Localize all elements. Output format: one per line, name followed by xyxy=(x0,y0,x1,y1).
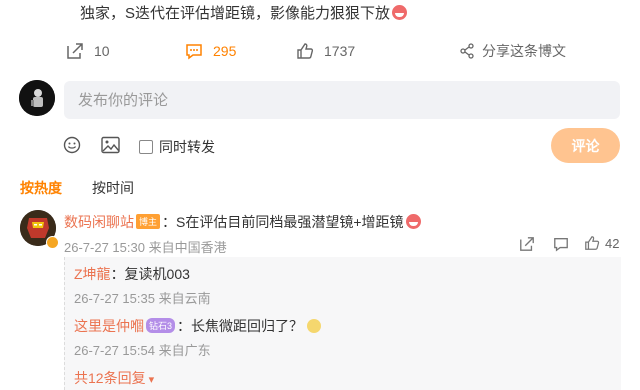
avatar-image xyxy=(19,80,55,116)
smile-emoji-icon xyxy=(306,319,321,333)
action-bar: 10 295 1737 分享这条博文 xyxy=(0,40,640,62)
like-count: 1737 xyxy=(324,43,356,59)
post-text-content: 独家，S迭代在评估增距镜，影像能力狠狠下放 xyxy=(80,5,391,22)
image-icon[interactable] xyxy=(101,136,120,154)
reply-text: ：复读机003 xyxy=(110,266,190,282)
also-repost-checkbox[interactable]: 同时转发 xyxy=(139,137,215,157)
reply-username[interactable]: 这里是仲嗰 xyxy=(74,318,144,334)
comment-repost-icon[interactable] xyxy=(519,236,535,252)
checkbox-box[interactable] xyxy=(139,140,153,154)
submit-comment-button[interactable]: 评论 xyxy=(551,128,620,163)
repost-icon xyxy=(67,43,83,59)
sort-by-time-tab[interactable]: 按时间 xyxy=(92,178,134,198)
comment-button[interactable]: 295 xyxy=(185,42,236,60)
comment-icon xyxy=(186,44,202,60)
commenter-name[interactable]: 数码闲聊站 xyxy=(64,214,134,230)
share-button[interactable]: 分享这条博文 xyxy=(459,41,566,61)
sort-by-hot-tab[interactable]: 按热度 xyxy=(20,178,62,198)
reply-username[interactable]: Z坤龍 xyxy=(74,266,111,282)
author-badge: 博主 xyxy=(136,214,161,229)
more-replies-link[interactable]: 共12条回复 ▾ xyxy=(74,368,154,388)
share-label: 分享这条博文 xyxy=(482,43,566,59)
comment-reply-icon[interactable] xyxy=(553,236,569,252)
more-replies-label: 共12条回复 xyxy=(74,370,146,386)
laugh-emoji-icon xyxy=(392,5,408,20)
reply-line: 这里是仲嗰 钻石3 ：长焦微距回归了？ xyxy=(74,316,321,336)
emoji-icon[interactable] xyxy=(63,136,81,154)
laugh-emoji-icon xyxy=(405,214,421,229)
reply-meta: 26-7-27 15:54 来自广东 xyxy=(74,343,211,358)
thumbs-up-icon xyxy=(585,236,600,250)
comment-input[interactable] xyxy=(64,81,620,119)
like-button[interactable]: 1737 xyxy=(296,42,355,60)
current-user-avatar[interactable] xyxy=(19,80,55,116)
comment-meta: 26-7-27 15:30 来自中国香港 xyxy=(64,240,227,255)
comment-like-button[interactable]: 42 xyxy=(584,235,619,251)
reply-meta: 26-7-27 15:35 来自云南 xyxy=(74,291,211,306)
repost-count: 10 xyxy=(94,43,110,59)
post-text: 独家，S迭代在评估增距镜，影像能力狠狠下放 xyxy=(80,2,408,23)
thumbs-up-icon xyxy=(297,43,314,59)
comment-like-count: 42 xyxy=(605,235,620,251)
reply-line: Z坤龍：复读机003 xyxy=(74,264,190,284)
verified-badge-icon xyxy=(46,236,59,249)
comment-text: ：S在评估目前同档最强潜望镜+增距镜 xyxy=(162,214,404,230)
repost-button[interactable]: 10 xyxy=(66,42,110,60)
reply-text: ：长焦微距回归了？ xyxy=(177,318,304,334)
fan-level-badge: 钻石3 xyxy=(146,318,176,333)
also-repost-label: 同时转发 xyxy=(159,139,215,155)
comment-count: 295 xyxy=(213,43,237,59)
chevron-down-icon: ▾ xyxy=(148,374,155,386)
comment-line: 数码闲聊站 博主 ：S在评估目前同档最强潜望镜+增距镜 xyxy=(64,212,421,232)
share-icon xyxy=(460,43,474,59)
